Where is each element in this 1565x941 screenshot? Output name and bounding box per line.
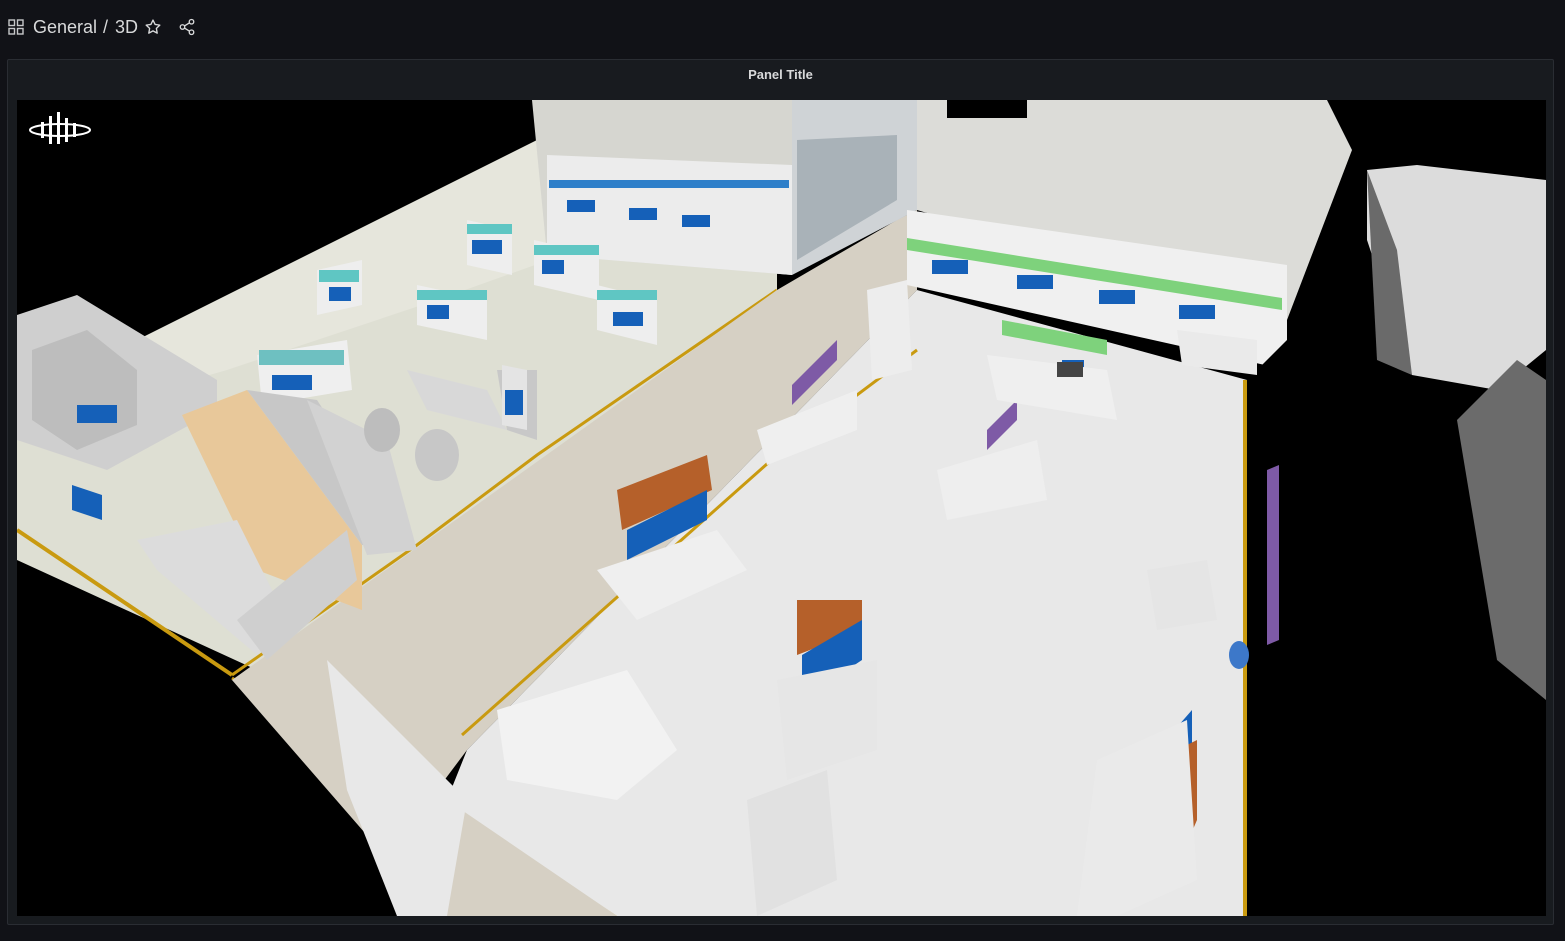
breadcrumb-separator: /	[103, 17, 109, 37]
dashboard-grid-icon[interactable]	[8, 19, 24, 35]
egg-chair	[415, 429, 459, 481]
3d-viewport[interactable]	[17, 100, 1546, 916]
star-icon[interactable]	[144, 18, 162, 36]
dashboard-title[interactable]: 3D	[115, 15, 138, 39]
top-navbar: General / 3D	[0, 0, 1565, 54]
panel-title[interactable]: Panel Title	[8, 67, 1553, 83]
logo-icon	[29, 112, 91, 144]
share-icon[interactable]	[178, 18, 196, 36]
3d-scene	[17, 100, 1546, 916]
breadcrumb-folder[interactable]: General	[33, 15, 97, 39]
panel: Panel Title	[7, 59, 1554, 925]
water-cooler	[1229, 641, 1249, 669]
